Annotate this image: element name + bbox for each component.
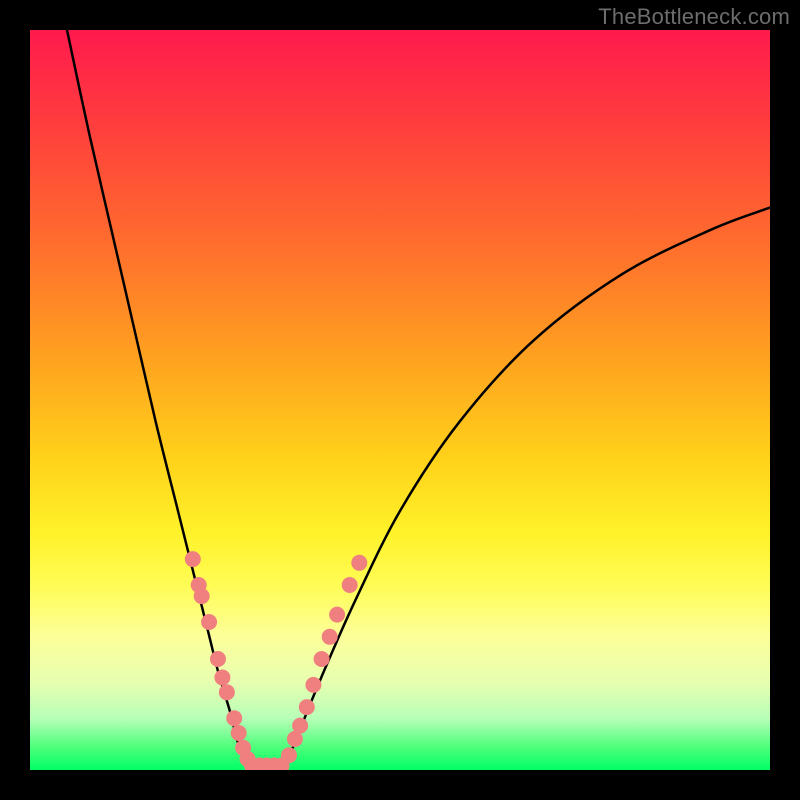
- chart-frame: TheBottleneck.com: [0, 0, 800, 800]
- marker-cluster-left-dot: [185, 551, 201, 567]
- marker-cluster-left-dot: [226, 710, 242, 726]
- marker-cluster-right-dot: [351, 555, 367, 571]
- watermark-text: TheBottleneck.com: [598, 4, 790, 30]
- marker-cluster-right-dot: [342, 577, 358, 593]
- bottleneck-curves: [67, 30, 770, 770]
- marker-cluster-right-dot: [305, 677, 321, 693]
- marker-cluster-left-dot: [210, 651, 226, 667]
- marker-cluster-left-dot: [219, 684, 235, 700]
- marker-cluster-right-dot: [281, 747, 297, 763]
- marker-cluster-right-dot: [329, 607, 345, 623]
- marker-dots: [185, 551, 367, 770]
- bottleneck-curve-right: [282, 208, 770, 770]
- marker-cluster-right-dot: [299, 699, 315, 715]
- marker-cluster-right-dot: [314, 651, 330, 667]
- curve-layer: [30, 30, 770, 770]
- marker-cluster-right-dot: [292, 718, 308, 734]
- marker-cluster-left-dot: [231, 725, 247, 741]
- marker-cluster-left-dot: [201, 614, 217, 630]
- plot-area: [30, 30, 770, 770]
- marker-cluster-left-dot: [194, 588, 210, 604]
- marker-cluster-right-dot: [322, 629, 338, 645]
- marker-cluster-left-dot: [214, 670, 230, 686]
